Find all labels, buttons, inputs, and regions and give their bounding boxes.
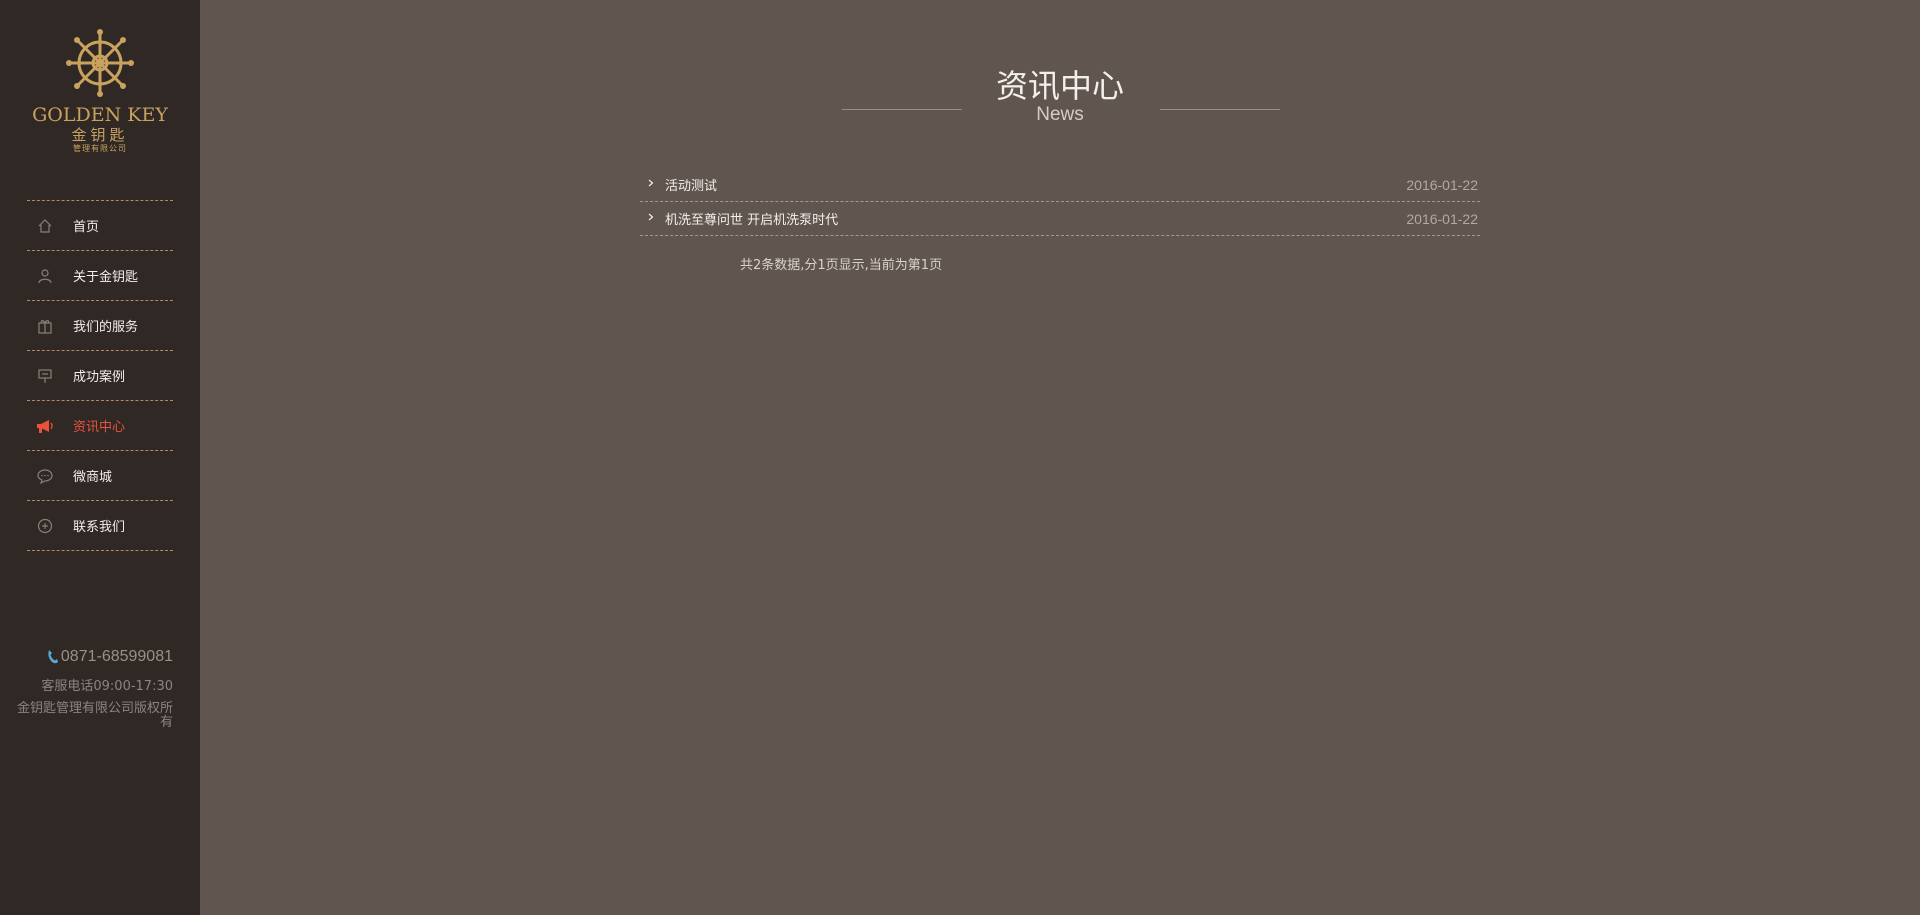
home-icon — [36, 217, 54, 235]
brand-subtitle: 管理有限公司 — [73, 144, 127, 153]
signboard-icon — [36, 367, 54, 385]
nav-item-about[interactable]: 关于金钥匙 — [27, 251, 173, 301]
nav-item-services[interactable]: 我们的服务 — [27, 301, 173, 351]
news-title[interactable]: 机洗至尊问世 开启机洗泵时代 — [665, 209, 1406, 228]
news-title[interactable]: 活动测试 — [665, 175, 1406, 194]
news-date: 2016-01-22 — [1406, 210, 1478, 227]
nav-item-label: 关于金钥匙 — [73, 270, 139, 285]
list-item[interactable]: 机洗至尊问世 开启机洗泵时代 2016-01-22 — [640, 202, 1480, 236]
nav-item-label: 我们的服务 — [73, 320, 139, 335]
nav-item-shop[interactable]: 微商城 — [27, 451, 173, 501]
nav-item-news[interactable]: 资讯中心 — [27, 401, 173, 451]
page-subtitle: News — [1036, 104, 1084, 125]
nav-item-cases[interactable]: 成功案例 — [27, 351, 173, 401]
logo[interactable]: GOLDEN KEY 金钥匙 管理有限公司 — [0, 28, 200, 154]
gift-icon — [36, 317, 54, 335]
brand-name-en: GOLDEN KEY — [32, 104, 168, 126]
sidebar: GOLDEN KEY 金钥匙 管理有限公司 首页 关于金钥匙 我们的服务 成功案… — [0, 0, 200, 915]
plus-circle-icon — [36, 517, 54, 535]
chevron-right-icon — [648, 179, 658, 190]
contact-info: 0871-68599081 客服电话09:00-17:30 金钥匙管理有限公司版… — [13, 648, 173, 730]
nav-item-contact[interactable]: 联系我们 — [27, 501, 173, 551]
nav-item-label: 资讯中心 — [73, 420, 126, 435]
nav-item-home[interactable]: 首页 — [27, 201, 173, 251]
nav-item-label: 联系我们 — [73, 520, 126, 535]
user-icon — [36, 267, 54, 285]
page-title: 资讯中心 — [995, 67, 1124, 105]
copyright: 金钥匙管理有限公司版权所有 — [16, 701, 173, 730]
chat-bubble-icon — [36, 467, 54, 485]
phone-number: 0871-68599081 — [60, 648, 173, 665]
main-nav: 首页 关于金钥匙 我们的服务 成功案例 资讯中心 微商城 联系我们 — [27, 200, 173, 551]
brand-name-cn: 金钥匙 — [71, 126, 129, 144]
nav-item-label: 首页 — [73, 220, 100, 235]
phone-row: 0871-68599081 — [13, 648, 173, 666]
phone-icon — [48, 650, 58, 664]
service-hours: 客服电话09:00-17:30 — [41, 679, 173, 694]
nav-item-label: 微商城 — [73, 470, 113, 485]
megaphone-icon — [36, 417, 54, 435]
chevron-right-icon — [648, 213, 658, 224]
nav-item-label: 成功案例 — [73, 370, 126, 385]
list-item[interactable]: 活动测试 2016-01-22 — [640, 168, 1480, 202]
news-date: 2016-01-22 — [1406, 176, 1478, 193]
news-list: 活动测试 2016-01-22 机洗至尊问世 开启机洗泵时代 2016-01-2… — [640, 168, 1480, 236]
pagination-info: 共2条数据,分1页显示,当前为第1页 — [740, 258, 943, 273]
ship-wheel-icon — [66, 29, 134, 97]
section-header: 资讯中心 News — [840, 66, 1280, 136]
